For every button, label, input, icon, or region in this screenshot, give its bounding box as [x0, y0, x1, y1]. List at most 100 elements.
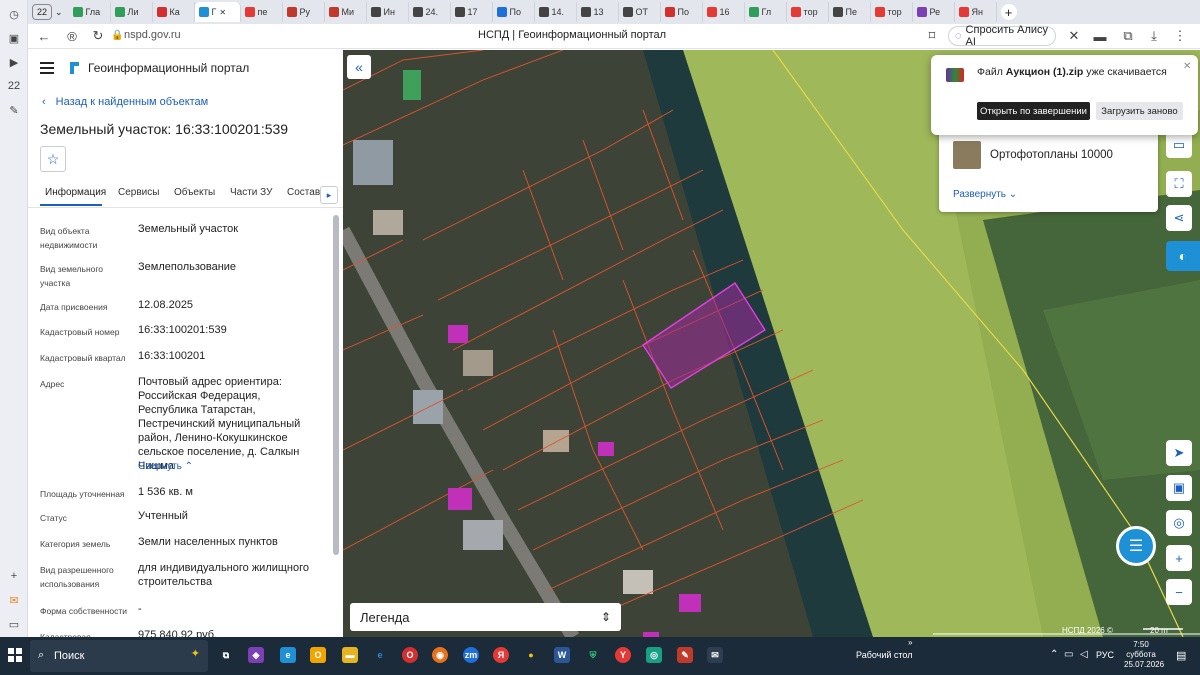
browser-tab[interactable]: 14.	[535, 2, 577, 22]
browser-tab[interactable]: Ли	[111, 2, 153, 22]
select-area-button[interactable]: ⛶	[1166, 171, 1192, 197]
browser-tab[interactable]: Ми	[325, 2, 367, 22]
browser-tab[interactable]: Пе	[829, 2, 871, 22]
tab-services[interactable]: Сервисы	[118, 187, 159, 198]
basemap-button[interactable]: ▣	[1166, 475, 1192, 501]
download-again-button[interactable]: Загрузить заново	[1096, 102, 1183, 120]
tab-objects[interactable]: Объекты	[174, 187, 215, 198]
office-icon[interactable]: O	[310, 647, 326, 663]
expand-layers-link[interactable]: Развернуть ⌄	[953, 189, 1017, 200]
back-to-results-link[interactable]: ‹ Назад к найденным объектам	[42, 96, 208, 108]
assistant-button[interactable]: ◐	[1166, 241, 1200, 271]
tab-composition[interactable]: Состав	[287, 187, 320, 198]
new-tab-button[interactable]: +	[1000, 4, 1017, 20]
menu-icon[interactable]: ⋮	[1172, 28, 1188, 44]
close-tab-icon[interactable]: ✕	[219, 8, 226, 17]
mail-icon[interactable]: ✉	[6, 592, 22, 608]
tab-count-badge[interactable]: 22	[32, 4, 52, 20]
hamburger-menu-icon[interactable]	[40, 62, 54, 74]
taskbar-search[interactable]: ⌕ Поиск ✦	[30, 640, 208, 672]
browser-tab[interactable]: Г ✕	[194, 2, 241, 22]
back-arrow-icon[interactable]: ←	[36, 28, 52, 44]
network-icon[interactable]: ▭	[1064, 649, 1073, 660]
browser-tab[interactable]: тор	[787, 2, 829, 22]
opera-icon[interactable]: O	[402, 647, 418, 663]
open-when-done-button[interactable]: Открыть по завершении	[977, 102, 1090, 120]
tab-list-chevron-icon[interactable]: ⌄	[55, 7, 63, 18]
tab-info[interactable]: Информация	[45, 187, 106, 198]
task-view-icon[interactable]: ⧉	[218, 647, 234, 663]
word-icon[interactable]: W	[554, 647, 570, 663]
browser-tab[interactable]: Ру	[283, 2, 325, 22]
collapse-panel-button[interactable]: «	[347, 55, 371, 79]
calendar-icon[interactable]: 22	[6, 78, 22, 94]
browser-tab[interactable]: Ре	[913, 2, 955, 22]
notification-icon[interactable]: ▤	[1176, 649, 1186, 662]
browser-tab[interactable]: Ян	[955, 2, 997, 22]
play-icon[interactable]: ▶	[6, 54, 22, 70]
notes-icon[interactable]: ✎	[6, 102, 22, 118]
browser-tab[interactable]: По	[493, 2, 535, 22]
yandex-icon[interactable]: Я	[493, 647, 509, 663]
sidebar-settings-icon[interactable]: ▭	[6, 616, 22, 632]
zoom-app-icon[interactable]: zm	[463, 647, 479, 663]
locate-button[interactable]: ➤	[1166, 440, 1192, 466]
downloads-icon[interactable]: ⤓	[1146, 28, 1162, 44]
browser-tab[interactable]: пе	[241, 2, 283, 22]
alice-button[interactable]: ◌ Спросить Алису AI	[948, 24, 1056, 48]
desktop-toggle-icon[interactable]: »	[908, 638, 912, 647]
collections-icon[interactable]: ▣	[6, 30, 22, 46]
windows-start-icon[interactable]	[8, 648, 22, 662]
flag-icon[interactable]: ▬	[1092, 28, 1108, 44]
layer-name[interactable]: Ортофотопланы 10000	[990, 149, 1113, 161]
browser-tab[interactable]: 16	[703, 2, 745, 22]
add-panel-icon[interactable]: +	[6, 568, 22, 584]
desktop-label[interactable]: Рабочий стол	[856, 650, 913, 660]
tabs-scroll-right-button[interactable]: ▸	[320, 186, 338, 204]
url-text[interactable]: nspd.gov.ru	[124, 29, 181, 41]
browser-tab[interactable]: 17	[451, 2, 493, 22]
extension-icon[interactable]: ✕	[1066, 28, 1082, 44]
browser-tab[interactable]: ОТ	[619, 2, 661, 22]
folder-icon[interactable]: ▬	[342, 647, 358, 663]
zoom-in-button[interactable]: +	[1166, 545, 1192, 571]
panel-scrollbar[interactable]	[333, 215, 339, 555]
input-language[interactable]: РУС	[1096, 650, 1114, 660]
favorite-button[interactable]: ☆	[40, 146, 66, 172]
browser-tab[interactable]: Гл	[745, 2, 787, 22]
close-icon[interactable]: ✕	[1183, 61, 1191, 72]
app2-icon[interactable]: ◎	[646, 647, 662, 663]
volume-icon[interactable]: ◁	[1080, 649, 1088, 660]
zoom-out-button[interactable]: −	[1166, 579, 1192, 605]
history-icon[interactable]: ◷	[6, 6, 22, 22]
pdf-icon[interactable]: ✎	[677, 647, 693, 663]
browser-tab[interactable]: Гла	[69, 2, 111, 22]
firefox-icon[interactable]: ◉	[432, 647, 448, 663]
puzzle-icon[interactable]: ⧉	[1120, 28, 1136, 44]
browser-tab[interactable]: 13	[577, 2, 619, 22]
mail-app-icon[interactable]: ✉	[707, 647, 723, 663]
tab-parts[interactable]: Части ЗУ	[230, 187, 272, 198]
yandex-browser-icon[interactable]: Y	[615, 647, 631, 663]
bookmark-icon[interactable]: ⌑	[924, 28, 940, 44]
share-button[interactable]: ⋖	[1166, 205, 1192, 231]
browser-tab[interactable]: 24.	[409, 2, 451, 22]
browser-tab[interactable]: По	[661, 2, 703, 22]
shield-icon[interactable]: ⛨	[585, 647, 601, 663]
browser-tab[interactable]: тор	[871, 2, 913, 22]
ie-icon[interactable]: e	[372, 647, 388, 663]
chat-button[interactable]: ☰	[1116, 526, 1156, 566]
protect-icon[interactable]: ®	[64, 28, 80, 44]
ruler-tool-button[interactable]: ▭	[1166, 132, 1192, 158]
layer-thumbnail[interactable]	[953, 141, 981, 169]
beeline-icon[interactable]: ●	[523, 647, 539, 663]
collapse-address-link[interactable]: Свернуть ⌃	[138, 461, 193, 472]
edge-icon[interactable]: e	[280, 647, 296, 663]
geolocation-button[interactable]: ◎	[1166, 510, 1192, 536]
legend-select[interactable]: Легенда ⇕	[350, 603, 621, 631]
clock[interactable]: 7:50 суббота 25.07.2026	[1124, 640, 1164, 670]
browser-tab[interactable]: Ин	[367, 2, 409, 22]
reload-icon[interactable]: ↻	[90, 28, 106, 44]
browser-tab[interactable]: Ка	[153, 2, 195, 22]
app-icon[interactable]: ◆	[248, 647, 264, 663]
